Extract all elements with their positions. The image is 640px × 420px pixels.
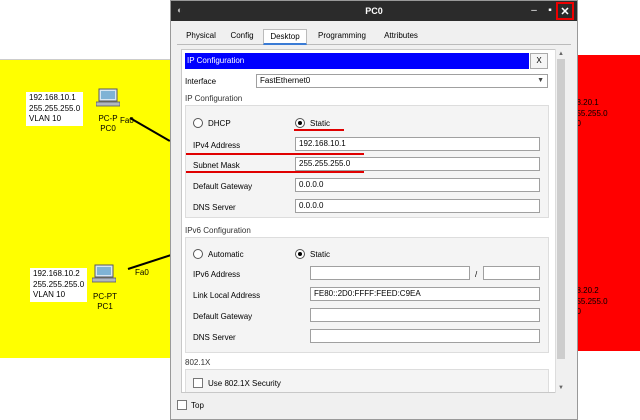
top-label: Top	[191, 401, 204, 410]
pc0-window: ◐ PC0 – ▪ ✕ Physical Config Desktop Prog…	[170, 0, 578, 420]
scroll-up-icon[interactable]: ▲	[556, 49, 566, 59]
pc1-mask: 255.255.255.0	[33, 279, 85, 289]
ipv4-section-title: IP Configuration	[185, 94, 243, 103]
minimize-button[interactable]: –	[527, 4, 541, 18]
ipv6-automatic-radio[interactable]	[193, 249, 203, 259]
ipv6-address-input[interactable]	[310, 266, 470, 280]
scroll-down-icon[interactable]: ▼	[556, 383, 566, 393]
interface-label: Interface	[185, 77, 217, 86]
tab-bar: Physical Config Desktop Programming Attr…	[177, 27, 571, 45]
ip-config-header: IP Configuration	[185, 53, 529, 69]
panel-scrollbar[interactable]: ▲ ▼	[555, 49, 565, 393]
static-label: Static	[310, 119, 331, 128]
ipv6-dns-input[interactable]	[310, 329, 540, 343]
pc1-vlan: VLAN 10	[33, 290, 66, 299]
dot1x-section-title: 802.1X	[185, 358, 211, 367]
pc1-computer-icon[interactable]	[92, 264, 116, 284]
subnet-annotation-underline	[186, 171, 364, 173]
scroll-thumb[interactable]	[557, 59, 565, 359]
pc0-vlan: VLAN 10	[29, 114, 62, 123]
static-annotation-underline	[294, 129, 344, 131]
pc0-computer-icon[interactable]	[96, 88, 120, 108]
tab-attributes[interactable]: Attributes	[377, 29, 425, 45]
pc1-ip: 192.168.10.2	[33, 269, 80, 278]
tab-config[interactable]: Config	[225, 29, 259, 45]
pc0-info-note: 192.168.10.1 255.255.255.0 VLAN 10	[26, 92, 84, 126]
dot1x-label: Use 802.1X Security	[208, 379, 281, 388]
pc1-type: PC-PT	[93, 292, 117, 301]
link-local-input[interactable]: FE80::2D0:FFFF:FEED:C9EA	[310, 287, 540, 301]
maximize-button[interactable]: ▪	[543, 4, 557, 18]
pc1-info-note: 192.168.10.2 255.255.255.0 VLAN 10	[30, 268, 88, 302]
dns-input[interactable]: 0.0.0.0	[295, 199, 540, 213]
dns-label: DNS Server	[193, 203, 236, 212]
subnet-input[interactable]: 255.255.255.0	[295, 157, 540, 171]
pc1-device-label: PC-PT PC1	[88, 292, 122, 312]
ipv6-static-label: Static	[310, 250, 331, 259]
static-radio[interactable]	[295, 118, 305, 128]
pc0-device-label: PC-P PC0	[96, 114, 120, 134]
gateway-label: Default Gateway	[193, 182, 253, 191]
top-checkbox[interactable]	[177, 400, 187, 410]
pc0-ip: 192.168.10.1	[29, 93, 76, 102]
dhcp-label: DHCP	[208, 119, 231, 128]
dot1x-checkbox[interactable]	[193, 378, 203, 388]
ipv4-label: IPv4 Address	[193, 141, 241, 150]
ipv6-prefix-separator: /	[475, 270, 478, 279]
ipv6-address-label: IPv6 Address	[193, 270, 241, 279]
link-local-label: Link Local Address	[193, 291, 261, 300]
ipv6-gateway-label: Default Gateway	[193, 312, 253, 321]
pc0-name: PC0	[100, 124, 116, 133]
window-title: PC0	[365, 6, 383, 16]
pc1-port-label: Fa0	[135, 268, 149, 277]
ipv6-prefix-input[interactable]	[483, 266, 540, 280]
desktop-panel: IP Configuration X Interface FastEtherne…	[181, 49, 559, 393]
ipv6-dns-label: DNS Server	[193, 333, 236, 342]
ipv6-section-title: IPv6 Configuration	[185, 226, 251, 235]
gateway-input[interactable]: 0.0.0.0	[295, 178, 540, 192]
tab-physical[interactable]: Physical	[181, 29, 221, 45]
interface-select[interactable]: FastEthernet0 ▼	[256, 74, 548, 88]
tab-programming[interactable]: Programming	[311, 29, 373, 45]
pc1-name: PC1	[97, 302, 113, 311]
pc0-mask: 255.255.255.0	[29, 103, 81, 113]
subnet-label: Subnet Mask	[193, 161, 240, 170]
window-titlebar[interactable]: ◐ PC0 – ▪ ✕	[171, 1, 577, 21]
window-bottom-bar: Top	[171, 395, 577, 419]
ipv6-automatic-label: Automatic	[208, 250, 244, 259]
ip-config-close-button[interactable]: X	[530, 53, 548, 69]
ipv4-input[interactable]: 192.168.10.1	[295, 137, 540, 151]
ipv6-static-radio[interactable]	[295, 249, 305, 259]
pc0-type: PC-P	[98, 114, 118, 123]
close-button[interactable]: ✕	[556, 2, 574, 20]
chevron-down-icon: ▼	[537, 77, 544, 84]
tab-desktop[interactable]: Desktop	[263, 29, 307, 45]
ipv6-gateway-input[interactable]	[310, 308, 540, 322]
ipv4-annotation-underline	[186, 153, 364, 155]
interface-value: FastEthernet0	[260, 76, 311, 85]
dhcp-radio[interactable]	[193, 118, 203, 128]
